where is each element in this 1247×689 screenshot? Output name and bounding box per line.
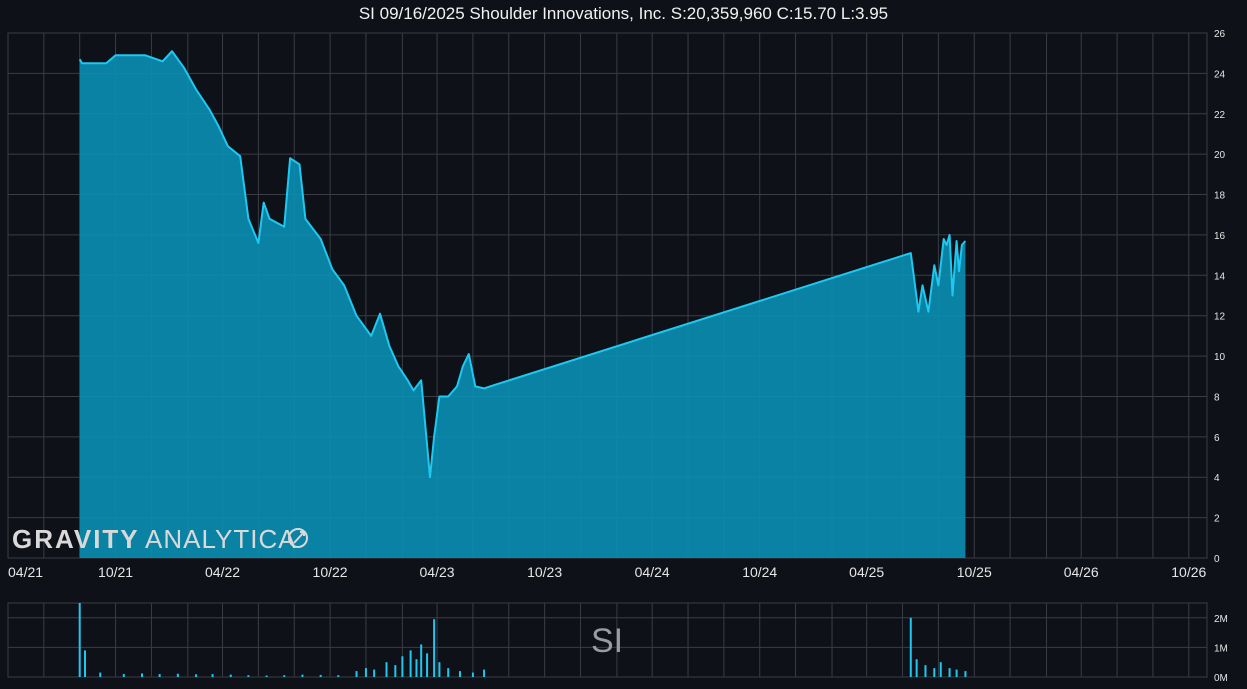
y-tick-label: 20 (1214, 150, 1226, 161)
y-tick-label: 14 (1214, 271, 1226, 282)
volume-bar (385, 662, 388, 677)
volume-bar (409, 650, 412, 677)
volume-bar (909, 617, 912, 677)
volume-bar (447, 668, 450, 677)
volume-bar (158, 674, 161, 677)
y-tick-label: 10 (1214, 352, 1226, 363)
volume-bar (78, 603, 81, 677)
x-tick-label: 10/23 (527, 564, 562, 580)
volume-bar (924, 665, 927, 677)
volume-bar (394, 665, 397, 677)
volume-bar (195, 674, 198, 677)
vol-y-tick-label: 1M (1214, 643, 1228, 654)
volume-bar (933, 668, 936, 677)
volume-bar (247, 675, 250, 677)
y-tick-label: 2 (1214, 514, 1220, 525)
x-tick-label: 10/22 (313, 564, 348, 580)
price-y-axis: 02468101214161820222426 (1214, 29, 1226, 565)
volume-bar (420, 644, 423, 677)
x-tick-label: 10/24 (742, 564, 777, 580)
y-tick-label: 0 (1214, 554, 1220, 565)
volume-bar (364, 668, 367, 677)
volume-y-axis: 2M 1M 0M (1214, 614, 1228, 684)
volume-bar (301, 674, 304, 677)
volume-bar (211, 674, 214, 677)
x-tick-label: 10/25 (957, 564, 992, 580)
volume-bar (438, 662, 441, 677)
volume-bar (471, 672, 474, 677)
volume-bar (939, 662, 942, 677)
x-tick-label: 04/22 (205, 564, 240, 580)
volume-bar (355, 671, 358, 677)
volume-bar (964, 671, 967, 677)
vol-y-tick-label: 2M (1214, 614, 1228, 625)
volume-bar (458, 671, 461, 677)
vol-y-tick-label: 0M (1214, 673, 1228, 684)
volume-bar (265, 675, 268, 677)
y-tick-label: 26 (1214, 29, 1226, 40)
date-x-axis: 04/21 10/21 04/22 10/22 04/23 10/23 04/24 10/24… (8, 564, 1207, 580)
y-tick-label: 12 (1214, 312, 1226, 323)
y-tick-label: 4 (1214, 473, 1220, 484)
volume-bar (401, 656, 404, 677)
y-tick-label: 8 (1214, 392, 1220, 403)
watermark-bold: GRAVITY (12, 524, 140, 554)
volume-bar (433, 619, 436, 677)
x-tick-label: 10/26 (1171, 564, 1206, 580)
volume-bar (319, 674, 322, 677)
price-chart: 02468101214161820222426 04/21 10/21 04/22 1… (7, 29, 1228, 684)
volume-bar (122, 674, 125, 677)
x-tick-label: 04/23 (420, 564, 455, 580)
x-tick-label: 04/26 (1064, 564, 1099, 580)
x-tick-label: 04/24 (635, 564, 670, 580)
volume-bar (373, 669, 376, 677)
y-tick-label: 18 (1214, 191, 1226, 202)
y-tick-label: 16 (1214, 231, 1226, 242)
volume-bar (483, 669, 486, 677)
watermark-logo: GRAVITY ANALYTICA (12, 524, 308, 554)
volume-symbol-label: SI (591, 622, 623, 660)
x-tick-label: 10/21 (98, 564, 133, 580)
y-tick-label: 22 (1214, 110, 1226, 121)
volume-series (78, 603, 967, 677)
volume-bar (426, 653, 429, 677)
volume-bar (176, 673, 179, 677)
volume-bar (283, 675, 286, 677)
volume-bar (337, 675, 340, 677)
x-tick-label: 04/21 (8, 564, 43, 580)
watermark-light: ANALYTICA (145, 524, 297, 554)
volume-bar (99, 672, 102, 677)
volume-bar (415, 659, 418, 677)
volume-bar (141, 673, 144, 677)
price-area (79, 51, 966, 558)
volume-bar (915, 659, 918, 677)
volume-bar (955, 669, 958, 677)
volume-bar (229, 674, 232, 677)
volume-bar (83, 650, 86, 677)
price-series (78, 50, 967, 558)
x-tick-label: 04/25 (849, 564, 884, 580)
y-tick-label: 24 (1214, 69, 1226, 80)
volume-bar (948, 668, 951, 677)
y-tick-label: 6 (1214, 433, 1220, 444)
